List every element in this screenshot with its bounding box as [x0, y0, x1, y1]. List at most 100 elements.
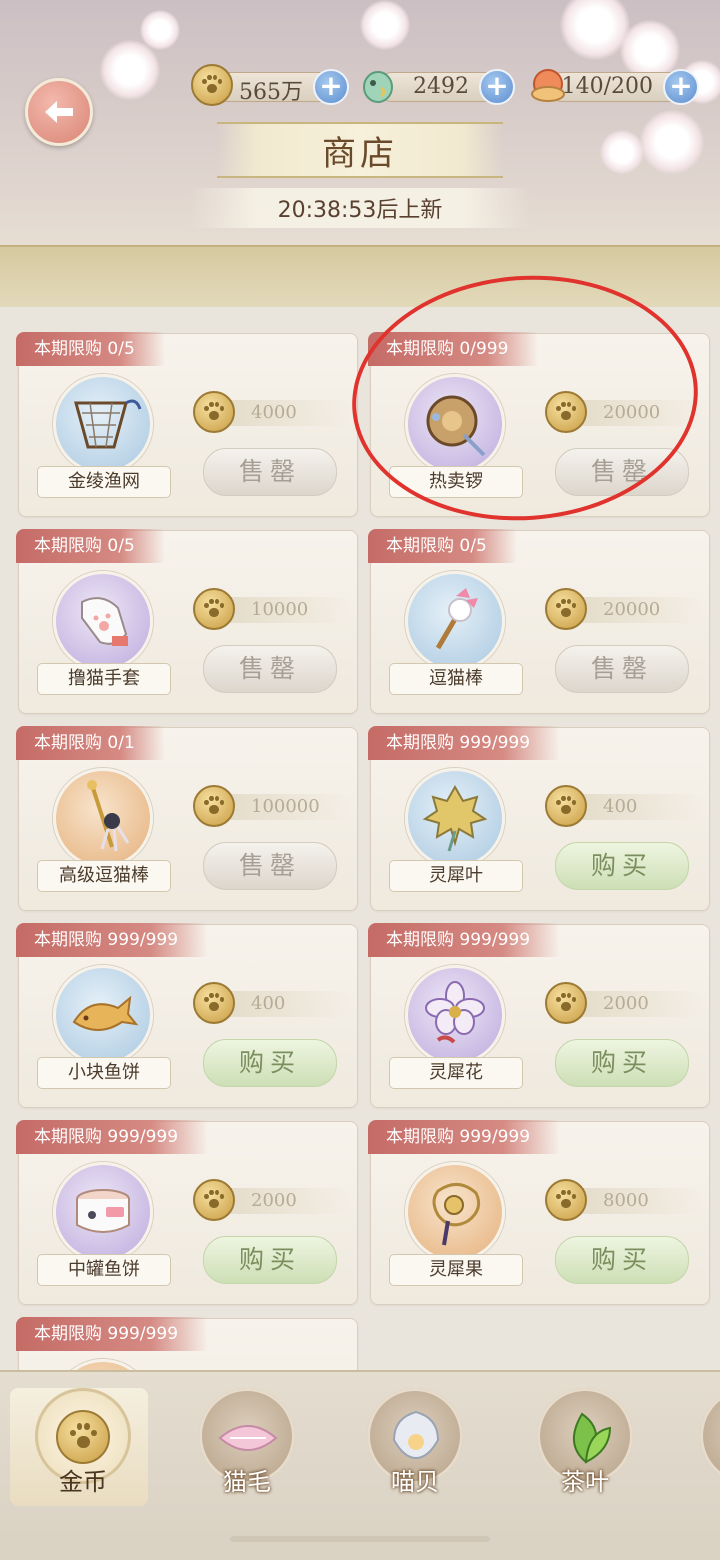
premium-cat-wand-icon[interactable] [53, 768, 153, 868]
shop-item-card: 本期限购 999/999 中罐鱼饼 2000 购买 [16, 1120, 358, 1305]
item-name: 逗猫棒 [389, 663, 523, 695]
gold-coin-icon [545, 982, 587, 1024]
cat-glove-icon[interactable] [53, 571, 153, 671]
item-price: 20000 [545, 588, 703, 630]
fish-cake-icon[interactable] [53, 965, 153, 1065]
gold-coin-icon [191, 64, 233, 106]
sold-out-button[interactable]: 售罄 [203, 645, 337, 693]
purchase-limit-badge: 本期限购 999/999 [368, 1120, 561, 1154]
token-amount: 2492 [413, 74, 469, 99]
purchase-limit-badge: 本期限购 999/999 [16, 1120, 209, 1154]
item-image[interactable] [53, 1359, 153, 1370]
tab-cat-fur[interactable]: 猫毛 [174, 1388, 314, 1508]
add-food-button[interactable]: + [663, 69, 699, 105]
price-value: 2000 [603, 993, 649, 1014]
fruit-charm-icon[interactable] [405, 1162, 505, 1262]
buy-button[interactable]: 购买 [555, 842, 689, 890]
purchase-limit-badge: 本期限购 999/999 [16, 1317, 209, 1351]
shell-icon [392, 1410, 440, 1460]
item-name: 灵犀果 [389, 1254, 523, 1286]
tab-tea[interactable]: 茶叶 [512, 1388, 652, 1508]
purchase-limit-badge: 本期限购 999/999 [368, 726, 561, 760]
gold-amount: 565万 [239, 80, 303, 105]
price-value: 4000 [251, 402, 297, 423]
price-value: 400 [251, 993, 286, 1014]
shop-item-card: 本期限购 999/999 小块鱼饼 400 购买 [16, 923, 358, 1108]
gold-coin-icon [545, 1179, 587, 1221]
sold-out-button[interactable]: 售罄 [203, 842, 337, 890]
gold-coin-icon [545, 785, 587, 827]
tea-leaf-icon [573, 1412, 612, 1464]
item-name: 金绫渔网 [37, 466, 171, 498]
blossom-decoration [100, 40, 160, 100]
purchase-limit-badge: 本期限购 0/5 [16, 529, 165, 563]
cat-wand-icon[interactable] [405, 571, 505, 671]
price-value: 10000 [251, 599, 309, 620]
sold-out-button[interactable]: 售罄 [203, 448, 337, 496]
purchase-limit-badge: 本期限购 999/999 [16, 923, 209, 957]
blossom-decoration [140, 10, 180, 50]
price-value: 400 [603, 796, 638, 817]
blossom-decoration [600, 130, 644, 174]
food-balance: 140/200 + [531, 69, 699, 105]
gold-balance: 565万 + [191, 64, 349, 106]
shop-item-card: 本期限购 999/999 [16, 1317, 358, 1370]
item-price: 2000 [545, 982, 703, 1024]
gold-coin-icon [193, 1179, 235, 1221]
tab-shell[interactable]: 喵贝 [342, 1388, 482, 1508]
buy-button[interactable]: 购买 [555, 1236, 689, 1284]
bird-token-icon [357, 64, 399, 106]
refresh-timer: 20:38:53后上新 [190, 188, 530, 228]
shop-item-card: 本期限购 999/999 灵犀果 8000 购买 [368, 1120, 710, 1305]
item-price: 400 [193, 982, 351, 1024]
price-value: 8000 [603, 1190, 649, 1211]
shop-item-card: 本期限购 0/1 高级逗猫棒 100000 售罄 [16, 726, 358, 911]
blossom-decoration [640, 110, 704, 174]
gold-coin-icon [193, 785, 235, 827]
tab-gold[interactable]: 金币 [10, 1388, 148, 1506]
back-arrow-icon [45, 101, 73, 123]
add-gold-button[interactable]: + [313, 69, 349, 105]
blossom-decoration [360, 0, 410, 50]
shop-item-card: 本期限购 0/5 逗猫棒 20000 售罄 [368, 529, 710, 714]
shop-item-card: 本期限购 0/5 撸猫手套 10000 售罄 [16, 529, 358, 714]
page-title: 商店 [217, 122, 503, 178]
item-name: 高级逗猫棒 [37, 860, 171, 892]
back-button[interactable] [25, 78, 93, 146]
item-price: 2000 [193, 1179, 351, 1221]
buy-button[interactable]: 购买 [203, 1039, 337, 1087]
tab-label: 茶叶 [561, 1468, 609, 1496]
gold-coin-icon [56, 1410, 110, 1464]
purchase-limit-badge: 本期限购 0/5 [368, 529, 517, 563]
flower-charm-icon[interactable] [405, 965, 505, 1065]
token-balance: 2492 + [363, 69, 515, 105]
leaf-charm-icon[interactable] [405, 768, 505, 868]
sold-out-button[interactable]: 售罄 [555, 645, 689, 693]
buy-button[interactable]: 购买 [555, 1039, 689, 1087]
shop-item-card: 本期限购 999/999 灵犀叶 400 购买 [368, 726, 710, 911]
gold-coin-icon [193, 391, 235, 433]
price-value: 20000 [603, 599, 661, 620]
shop-item-card: 本期限购 999/999 灵犀花 2000 购买 [368, 923, 710, 1108]
tab-label: 金币 [59, 1468, 107, 1496]
item-price: 10000 [193, 588, 351, 630]
item-price: 400 [545, 785, 703, 827]
tab-label: 猫毛 [223, 1468, 271, 1496]
buy-button[interactable]: 购买 [203, 1236, 337, 1284]
cat-fur-icon [218, 1425, 278, 1451]
fishing-net-icon[interactable] [53, 374, 153, 474]
purchase-limit-badge: 本期限购 0/1 [16, 726, 165, 760]
item-price: 100000 [193, 785, 351, 827]
fish-can-icon[interactable] [53, 1162, 153, 1262]
item-price: 8000 [545, 1179, 703, 1221]
item-name: 中罐鱼饼 [37, 1254, 171, 1286]
tab-more[interactable] [680, 1388, 720, 1508]
price-value: 2000 [251, 1190, 297, 1211]
shop-item-card: 本期限购 0/5 金绫渔网 4000 售罄 [16, 332, 358, 517]
item-name: 撸猫手套 [37, 663, 171, 695]
purchase-limit-badge: 本期限购 0/5 [16, 332, 165, 366]
add-token-button[interactable]: + [479, 69, 515, 105]
price-value: 100000 [251, 796, 320, 817]
currency-tab-bar: 金币 猫毛 喵贝 茶叶 [0, 1370, 720, 1560]
item-name: 灵犀花 [389, 1057, 523, 1089]
